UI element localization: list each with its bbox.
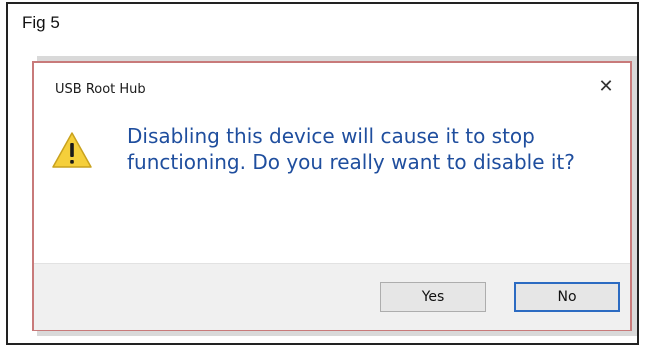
no-button[interactable]: No	[514, 282, 620, 312]
button-bar: Yes No	[34, 263, 630, 330]
figure-frame: Fig 5 USB Root Hub ✕ Disabling this devi…	[6, 2, 639, 345]
close-button[interactable]: ✕	[592, 73, 620, 99]
dialog-window: USB Root Hub ✕ Disabling this device wil…	[32, 61, 632, 331]
dialog-message: Disabling this device will cause it to s…	[127, 124, 575, 174]
yes-button-label: Yes	[421, 289, 445, 305]
yes-button[interactable]: Yes	[380, 282, 486, 312]
warning-icon	[52, 132, 92, 168]
no-button-label: No	[557, 289, 577, 305]
figure-label: Fig 5	[22, 13, 60, 32]
close-icon: ✕	[598, 75, 614, 97]
dialog-title: USB Root Hub	[55, 82, 146, 97]
